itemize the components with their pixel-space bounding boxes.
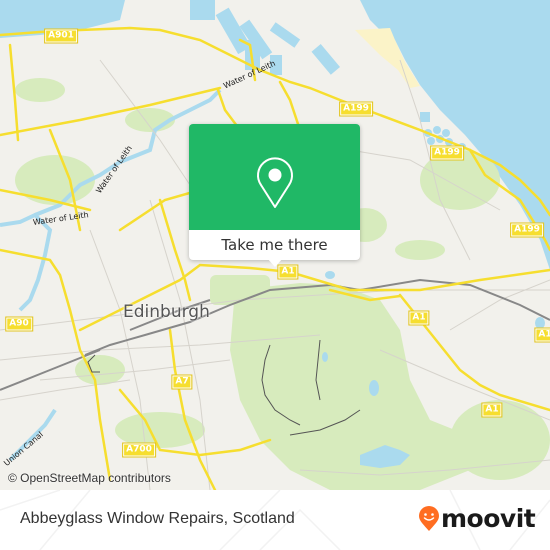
river-leith-west <box>0 212 53 312</box>
map-attribution[interactable]: © OpenStreetMap contributors <box>8 471 171 485</box>
moovit-wordmark: moovit <box>441 504 536 533</box>
take-me-there-button[interactable]: Take me there <box>189 230 360 260</box>
road-label-a700: A700 <box>122 442 156 458</box>
place-title: Abbeyglass Window Repairs, Scotland <box>20 510 295 527</box>
moovit-logo: moovit <box>418 504 536 533</box>
road-label-a199: A199 <box>510 222 544 238</box>
road-label-a1: A1 <box>534 327 550 343</box>
city-label: Edinburgh <box>123 302 210 322</box>
directions-popup: Take me there <box>189 124 360 267</box>
road-label-a1: A1 <box>481 402 503 418</box>
popup-header <box>189 124 360 230</box>
road-label-a90: A90 <box>5 316 33 332</box>
road-label-a199: A199 <box>430 145 464 161</box>
road-label-a7: A7 <box>171 374 193 390</box>
road-label-a901: A901 <box>44 28 78 44</box>
map[interactable]: A901 A199 A199 A199 A1 A1 A1 A1 A90 A7 A… <box>0 0 550 490</box>
popup-pointer <box>267 258 283 267</box>
road-label-a1: A1 <box>408 310 430 326</box>
footer-bar: Abbeyglass Window Repairs, Scotland moov… <box>0 490 550 550</box>
moovit-pin-icon <box>419 505 439 531</box>
road-label-a1: A1 <box>277 264 299 280</box>
road-label-a199: A199 <box>339 101 373 117</box>
map-pin-icon <box>257 157 293 208</box>
